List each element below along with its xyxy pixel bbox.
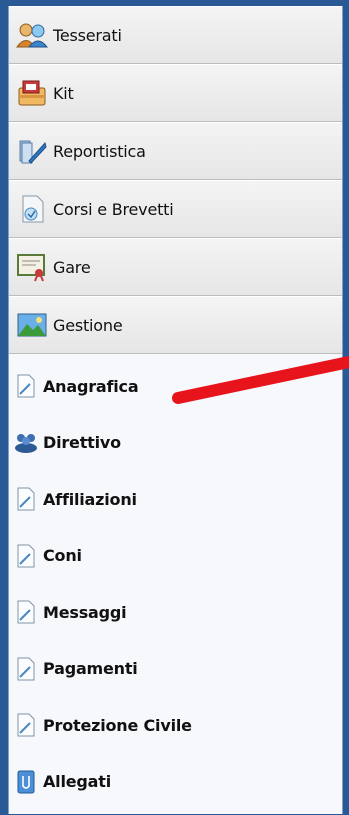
section-corsi-brevetti[interactable]: Corsi e Brevetti — [9, 180, 342, 238]
menu-item-direttivo[interactable]: Direttivo — [9, 415, 342, 472]
document-icon — [13, 543, 39, 569]
menu-item-label: Anagrafica — [43, 376, 139, 396]
menu-item-label: Allegati — [43, 772, 111, 792]
kit-icon — [15, 76, 49, 110]
menu-item-protezione-civile[interactable]: Protezione Civile — [9, 697, 342, 754]
menu-item-pagamenti[interactable]: Pagamenti — [9, 641, 342, 698]
attachment-icon — [13, 769, 39, 795]
menu-item-coni[interactable]: Coni — [9, 528, 342, 585]
document-icon — [13, 486, 39, 512]
menu-item-label: Coni — [43, 546, 82, 566]
menu-item-messaggi[interactable]: Messaggi — [9, 584, 342, 641]
document-icon — [13, 712, 39, 738]
section-reportistica[interactable]: Reportistica — [9, 122, 342, 180]
menu-item-anagrafica[interactable]: Anagrafica — [9, 358, 342, 415]
document-icon — [13, 373, 39, 399]
menu-item-allegati[interactable]: Allegati — [9, 754, 342, 811]
submenu-list: Anagrafica Direttivo Affiliazioni Coni M… — [9, 354, 342, 810]
section-tesserati[interactable]: Tesserati — [9, 6, 342, 64]
group-icon — [13, 430, 39, 456]
section-label: Gestione — [53, 315, 123, 335]
section-gestione[interactable]: Gestione — [9, 296, 342, 354]
menu-item-label: Pagamenti — [43, 659, 138, 679]
menu-item-label: Protezione Civile — [43, 715, 192, 735]
section-label: Gare — [53, 257, 91, 277]
certificate-icon — [15, 250, 49, 284]
menu-item-label: Direttivo — [43, 433, 121, 453]
window-frame: Tesserati Kit Reportistica Corsi e Breve… — [0, 0, 349, 815]
section-gare[interactable]: Gare — [9, 238, 342, 296]
courses-icon — [15, 192, 49, 226]
menu-item-label: Messaggi — [43, 602, 127, 622]
menu-item-affiliazioni[interactable]: Affiliazioni — [9, 471, 342, 528]
section-kit[interactable]: Kit — [9, 64, 342, 122]
section-label: Reportistica — [53, 141, 146, 161]
report-icon — [15, 134, 49, 168]
menu-item-label: Affiliazioni — [43, 489, 137, 509]
document-icon — [13, 656, 39, 682]
section-label: Kit — [53, 83, 74, 103]
section-label: Tesserati — [53, 25, 122, 45]
users-icon — [15, 18, 49, 52]
landscape-icon — [15, 308, 49, 342]
document-icon — [13, 599, 39, 625]
navigation-panel: Tesserati Kit Reportistica Corsi e Breve… — [8, 6, 343, 814]
section-label: Corsi e Brevetti — [53, 199, 174, 219]
